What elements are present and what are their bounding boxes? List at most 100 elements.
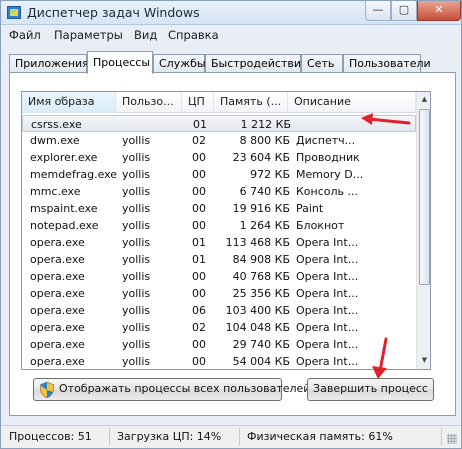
- vertical-scrollbar[interactable]: ▲ ▼: [416, 92, 430, 369]
- cell-description: Opera Int...: [296, 270, 359, 283]
- cell-memory: 23 604 КБ: [232, 151, 290, 164]
- cell-memory: 40 768 КБ: [232, 270, 290, 283]
- cell-memory: 972 КБ: [250, 168, 290, 181]
- tab-users[interactable]: Пользователи: [343, 54, 431, 73]
- task-manager-icon: [7, 6, 21, 19]
- show-all-processes-button[interactable]: Отображать процессы всех пользователей: [33, 378, 310, 401]
- cell-description: Консоль ...: [296, 185, 359, 198]
- cell-memory: 8 800 КБ: [239, 134, 290, 147]
- process-row[interactable]: mmc.exe yollis 00 6 740 КБ Консоль ...: [22, 183, 416, 200]
- title-bar[interactable]: Диспетчер задач Windows — ▢ ✕: [1, 1, 461, 25]
- cell-description: Opera Int...: [296, 338, 359, 351]
- scroll-down-icon[interactable]: ▼: [417, 353, 430, 369]
- cell-user: yollis: [122, 202, 151, 215]
- process-row[interactable]: mspaint.exe yollis 00 19 916 КБ Paint: [22, 200, 416, 217]
- cell-memory: 1 212 КБ: [240, 118, 291, 131]
- menu-file[interactable]: Файл: [9, 28, 41, 42]
- process-row[interactable]: opera.exe yollis 02 104 048 КБ Opera Int...: [22, 319, 416, 336]
- close-button[interactable]: ✕: [417, 1, 461, 21]
- cell-image-name: opera.exe: [30, 304, 85, 317]
- cell-image-name: memdefrag.exe: [30, 168, 118, 181]
- scroll-up-icon[interactable]: ▲: [417, 92, 430, 108]
- column-header-cpu[interactable]: ЦП: [182, 92, 214, 113]
- cell-memory: 113 468 КБ: [225, 236, 290, 249]
- tab-performance[interactable]: Быстродействие: [205, 54, 308, 73]
- cell-image-name: opera.exe: [30, 236, 85, 249]
- column-header-description[interactable]: Описание: [288, 92, 416, 113]
- cell-user: yollis: [122, 253, 151, 266]
- cell-image-name: opera.exe: [30, 270, 85, 283]
- tab-services[interactable]: Службы: [153, 54, 206, 73]
- process-row[interactable]: opera.exe yollis 06 103 400 КБ Opera Int...: [22, 302, 416, 319]
- cell-description: Paint: [296, 202, 324, 215]
- status-cpu-load: Загрузка ЦП: 14%: [117, 430, 222, 443]
- cell-memory: 19 916 КБ: [232, 202, 290, 215]
- cell-memory: 1 264 КБ: [239, 219, 290, 232]
- process-row[interactable]: opera.exe yollis 01 84 908 КБ Opera Int...: [22, 251, 416, 268]
- process-row[interactable]: opera.exe yollis 00 54 004 КБ Opera Int...: [22, 353, 416, 369]
- cell-memory: 29 740 КБ: [232, 338, 290, 351]
- cell-image-name: opera.exe: [30, 253, 85, 266]
- cell-memory: 104 048 КБ: [225, 321, 290, 334]
- cell-image-name: mspaint.exe: [30, 202, 98, 215]
- cell-user: yollis: [122, 287, 151, 300]
- cell-image-name: opera.exe: [30, 321, 85, 334]
- cell-image-name: notepad.exe: [30, 219, 99, 232]
- cell-user: yollis: [122, 270, 151, 283]
- cell-description: Opera Int...: [296, 253, 359, 266]
- process-row[interactable]: opera.exe yollis 00 40 768 КБ Opera Int...: [22, 268, 416, 285]
- resize-grip-icon[interactable]: [447, 434, 457, 444]
- process-row[interactable]: notepad.exe yollis 00 1 264 КБ Блокнот: [22, 217, 416, 234]
- uac-shield-icon: [40, 382, 54, 398]
- cell-user: yollis: [122, 304, 151, 317]
- menu-view[interactable]: Вид: [134, 28, 157, 42]
- cell-description: Memory D...: [296, 168, 364, 181]
- menu-bar: Файл Параметры Вид Справка: [1, 25, 461, 45]
- status-separator: [109, 428, 110, 446]
- cell-user: yollis: [122, 219, 151, 232]
- menu-help[interactable]: Справка: [168, 28, 219, 42]
- cell-image-name: mmc.exe: [30, 185, 81, 198]
- process-list[interactable]: ▲ Имя образа Пользо... ЦП Память (... Оп…: [21, 91, 431, 370]
- menu-options[interactable]: Параметры: [54, 28, 123, 42]
- status-separator: [441, 428, 442, 446]
- status-processes: Процессов: 51: [9, 430, 92, 443]
- cell-memory: 84 908 КБ: [232, 253, 290, 266]
- scrollbar-thumb[interactable]: [419, 109, 430, 285]
- status-bar: Процессов: 51 Загрузка ЦП: 14% Физическа…: [1, 425, 461, 448]
- cell-image-name: explorer.exe: [30, 151, 98, 164]
- column-header-memory[interactable]: Память (...: [214, 92, 288, 113]
- minimize-button[interactable]: —: [365, 1, 391, 21]
- column-header-user[interactable]: Пользо...: [116, 92, 182, 113]
- tab-applications[interactable]: Приложения: [9, 54, 89, 73]
- cell-description: Блокнот: [296, 219, 345, 232]
- cell-user: yollis: [122, 134, 151, 147]
- process-row[interactable]: opera.exe yollis 00 25 356 КБ Opera Int...: [22, 285, 416, 302]
- sort-caret-icon: ▲: [60, 94, 66, 102]
- cell-image-name: dwm.exe: [30, 134, 80, 147]
- process-row[interactable]: opera.exe yollis 00 29 740 КБ Opera Int...: [22, 336, 416, 353]
- process-row[interactable]: explorer.exe yollis 00 23 604 КБ Проводник: [22, 149, 416, 166]
- process-row[interactable]: dwm.exe yollis 02 8 800 КБ Диспетч...: [22, 132, 416, 149]
- tab-network[interactable]: Сеть: [301, 54, 343, 73]
- maximize-button[interactable]: ▢: [391, 1, 417, 21]
- process-row[interactable]: csrss.exe 01 1 212 КБ: [22, 115, 416, 132]
- cell-description: Opera Int...: [296, 236, 359, 249]
- process-row[interactable]: memdefrag.exe yollis 00 972 КБ Memory D...: [22, 166, 416, 183]
- cell-image-name: opera.exe: [30, 355, 85, 368]
- cell-memory: 25 356 КБ: [232, 287, 290, 300]
- process-row[interactable]: opera.exe yollis 01 113 468 КБ Opera Int...: [22, 234, 416, 251]
- column-header-image-name[interactable]: ▲ Имя образа: [22, 92, 116, 113]
- cell-description: Диспетч...: [296, 134, 356, 147]
- cell-image-name: opera.exe: [30, 338, 85, 351]
- cell-user: [123, 117, 181, 132]
- end-process-button[interactable]: Завершить процесс: [307, 378, 434, 401]
- cell-description: Opera Int...: [296, 321, 359, 334]
- tab-processes[interactable]: Процессы: [87, 51, 153, 74]
- cell-image-name: opera.exe: [30, 287, 85, 300]
- cell-image-name: csrss.exe: [31, 118, 82, 131]
- cell-user: yollis: [122, 338, 151, 351]
- cell-memory: 6 740 КБ: [239, 185, 290, 198]
- cell-user: yollis: [122, 168, 151, 181]
- cell-description: Opera Int...: [296, 287, 359, 300]
